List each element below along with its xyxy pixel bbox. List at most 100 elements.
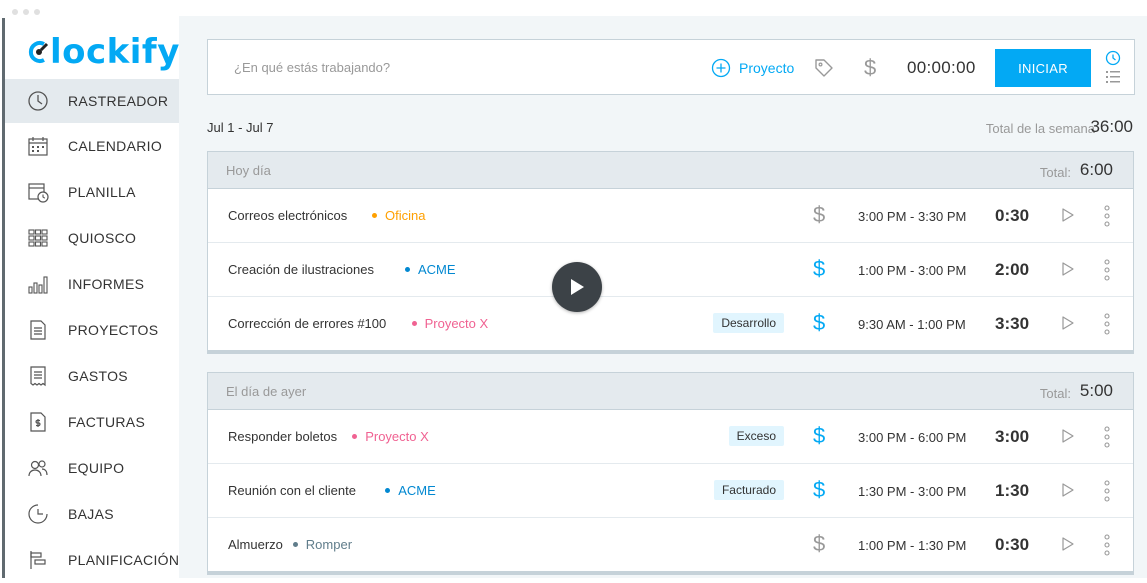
- entry-time-range[interactable]: 3:00 PM - 6:00 PM: [858, 430, 966, 445]
- more-options-icon[interactable]: [1104, 534, 1110, 556]
- video-play-button[interactable]: [552, 262, 602, 312]
- project-picker[interactable]: Proyecto: [711, 58, 794, 78]
- entry-project-name: ACME: [398, 483, 436, 498]
- sidebar-item-team[interactable]: EQUIPO: [5, 445, 189, 491]
- more-options-icon[interactable]: [1104, 205, 1110, 227]
- project-color-dot: [372, 213, 377, 218]
- billable-toggle-icon[interactable]: $: [864, 55, 876, 81]
- sidebar-item-schedule[interactable]: PLANIFICACIÓN: [5, 537, 189, 583]
- billable-icon[interactable]: $: [813, 423, 825, 449]
- sidebar-item-clock[interactable]: RASTREADOR: [5, 79, 189, 123]
- main-area: ¿En qué estás trabajando? Proyecto $ 00:…: [179, 16, 1147, 578]
- sidebar-item-kiosk[interactable]: QUIOSCO: [5, 215, 189, 261]
- sidebar-item-label: GASTOS: [68, 368, 128, 384]
- day-total-value: 6:00: [1079, 160, 1113, 179]
- continue-play-icon[interactable]: [1061, 261, 1075, 277]
- timer-mode-icon[interactable]: [1104, 50, 1122, 86]
- sidebar-item-time-off[interactable]: BAJAS: [5, 491, 189, 537]
- entry-project-name: Proyecto X: [424, 316, 489, 331]
- continue-play-icon[interactable]: [1061, 207, 1075, 223]
- entry-duration[interactable]: 0:30: [995, 535, 1029, 555]
- sidebar-item-label: EQUIPO: [68, 460, 125, 476]
- billable-icon[interactable]: $: [813, 477, 825, 503]
- billable-icon[interactable]: $: [813, 256, 825, 282]
- sidebar-item-label: FACTURAS: [68, 414, 146, 430]
- clockify-logo-icon: [28, 41, 49, 63]
- sidebar-nav: RASTREADOR CALENDARIO PLANILLA QUIOSCO INFOR…: [5, 79, 189, 583]
- day-title: Hoy día: [226, 163, 271, 178]
- projects-icon: [27, 319, 49, 341]
- time-entry-row[interactable]: Reunión con el cliente ACME Facturado $1:30…: [208, 464, 1133, 518]
- entry-tag-badge[interactable]: Exceso: [728, 426, 784, 446]
- sidebar-item-label: CALENDARIO: [68, 138, 163, 154]
- project-color-dot: [405, 267, 410, 272]
- more-options-icon[interactable]: [1104, 480, 1110, 502]
- entry-project[interactable]: Oficina: [372, 208, 425, 223]
- description-input[interactable]: ¿En qué estás trabajando?: [234, 60, 390, 75]
- continue-play-icon[interactable]: [1061, 536, 1075, 552]
- time-entry-row[interactable]: Correos electrónicos Oficina $3:00 PM - 3:…: [208, 189, 1133, 243]
- continue-play-icon[interactable]: [1061, 482, 1075, 498]
- entry-project-name: Oficina: [385, 208, 426, 223]
- billable-icon[interactable]: $: [813, 310, 825, 336]
- continue-play-icon[interactable]: [1061, 315, 1075, 331]
- window-title-bar: [0, 0, 1147, 16]
- day-total-value: 5:00: [1079, 381, 1113, 400]
- time-entry-row[interactable]: Corrección de errores #100 Proyecto X Desa…: [208, 297, 1133, 350]
- entry-time-range[interactable]: 3:00 PM - 3:30 PM: [858, 209, 966, 224]
- sidebar-item-label: BAJAS: [68, 506, 114, 522]
- clockify-logo[interactable]: lockify: [28, 32, 180, 72]
- entry-description[interactable]: Almuerzo: [228, 537, 283, 552]
- team-icon: [27, 457, 49, 479]
- time-entry-row[interactable]: Almuerzo Romper $1:00 PM - 1:30 PM 0:30: [208, 518, 1133, 571]
- schedule-icon: [27, 549, 49, 571]
- project-color-dot: [411, 321, 417, 326]
- entry-time-range[interactable]: 1:00 PM - 1:30 PM: [858, 538, 966, 553]
- tag-icon[interactable]: [813, 57, 835, 79]
- entry-project[interactable]: ACME: [405, 262, 456, 277]
- continue-play-icon[interactable]: [1061, 428, 1075, 444]
- entry-project[interactable]: Romper: [292, 537, 352, 552]
- week-total-label: Total de la semana: [985, 121, 1095, 136]
- more-options-icon[interactable]: [1104, 426, 1110, 448]
- entry-description[interactable]: Correos electrónicos: [228, 208, 347, 223]
- more-options-icon[interactable]: [1104, 259, 1110, 281]
- entry-project[interactable]: Proyecto X: [352, 429, 429, 444]
- time-entry-row[interactable]: Creación de ilustraciones ACME $1:00 PM - …: [208, 243, 1133, 297]
- sidebar-item-invoices[interactable]: FACTURAS: [5, 399, 189, 445]
- sidebar-item-timesheet[interactable]: PLANILLA: [5, 169, 189, 215]
- time-tracker-bar: ¿En qué estás trabajando? Proyecto $ 00:…: [207, 39, 1135, 95]
- entry-project[interactable]: ACME: [385, 483, 436, 498]
- sidebar-item-calendar[interactable]: CALENDARIO: [5, 123, 189, 169]
- entry-duration[interactable]: 3:00: [995, 427, 1029, 447]
- entry-time-range[interactable]: 9:30 AM - 1:00 PM: [858, 317, 966, 332]
- kiosk-icon: [27, 227, 49, 249]
- time-entry-row[interactable]: Responder boletos Proyecto X Exceso $3:00 P…: [208, 410, 1133, 464]
- entry-description[interactable]: Creación de ilustraciones: [228, 262, 374, 277]
- entry-duration[interactable]: 3:30: [995, 314, 1029, 334]
- sidebar-item-label: QUIOSCO: [68, 230, 137, 246]
- sidebar-item-label: PROYECTOS: [68, 322, 159, 338]
- entry-description[interactable]: Reunión con el cliente: [228, 483, 356, 498]
- sidebar-item-expenses[interactable]: GASTOS: [5, 353, 189, 399]
- reports-icon: [27, 273, 49, 295]
- entry-time-range[interactable]: 1:30 PM - 3:00 PM: [858, 484, 966, 499]
- entry-duration[interactable]: 2:00: [995, 260, 1029, 280]
- entry-description[interactable]: Corrección de errores #100: [228, 316, 386, 331]
- entry-duration[interactable]: 1:30: [995, 481, 1029, 501]
- more-options-icon[interactable]: [1104, 313, 1110, 335]
- entry-tag-badge[interactable]: Desarrollo: [713, 313, 784, 333]
- entry-project-name: ACME: [418, 262, 456, 277]
- expenses-icon: [27, 365, 49, 387]
- start-button[interactable]: INICIAR: [995, 49, 1091, 87]
- entry-time-range[interactable]: 1:00 PM - 3:00 PM: [858, 263, 966, 278]
- entry-duration[interactable]: 0:30: [995, 206, 1029, 226]
- entry-project[interactable]: Proyecto X: [411, 316, 489, 331]
- entry-tag-badge[interactable]: Facturado: [713, 480, 784, 500]
- sidebar-item-reports[interactable]: INFORMES: [5, 261, 189, 307]
- tracker-mode-switch[interactable]: [1104, 50, 1122, 91]
- sidebar-item-projects[interactable]: PROYECTOS: [5, 307, 189, 353]
- entry-description[interactable]: Responder boletos: [228, 429, 337, 444]
- billable-icon[interactable]: $: [813, 202, 825, 228]
- billable-icon[interactable]: $: [813, 531, 825, 557]
